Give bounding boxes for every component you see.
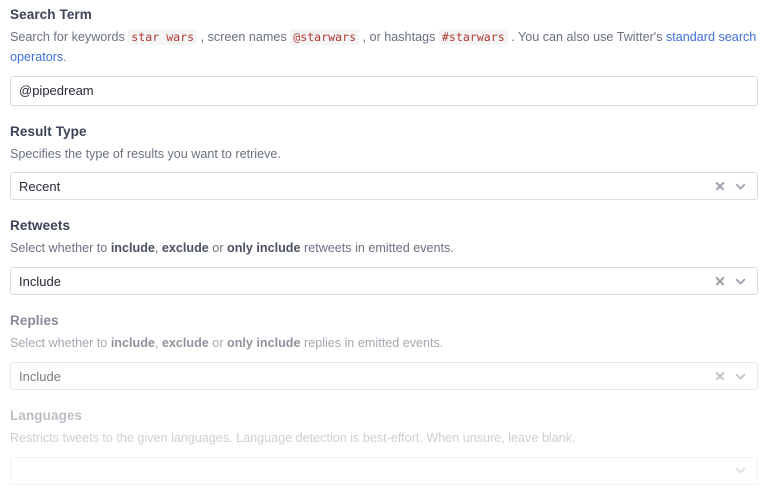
control-adornments-replies [714, 370, 747, 383]
field-label-replies: Replies [10, 312, 758, 331]
field-label-languages: Languages [10, 407, 758, 426]
control-value-search-term: @pipedream [19, 84, 747, 97]
field-group-search-term: Search Term Search for keywords star wars… [10, 6, 758, 106]
close-icon[interactable] [714, 371, 725, 382]
field-label-retweets: Retweets [10, 217, 758, 236]
chevron-down-icon[interactable] [734, 180, 747, 193]
description-text: Restricts tweets to the given languages.… [10, 431, 575, 445]
select-result-type[interactable]: Recent [10, 172, 758, 200]
description-text: , or hashtags [359, 30, 439, 44]
control-value-result-type: Recent [19, 180, 714, 193]
close-icon[interactable] [714, 181, 725, 192]
field-description-search-term: Search for keywords star wars , screen n… [10, 28, 758, 68]
description-text: , [155, 241, 162, 255]
select-languages[interactable] [10, 457, 758, 485]
description-text: Specifies the type of results you want t… [10, 147, 281, 161]
description-text: or [209, 336, 227, 350]
field-label-search-term: Search Term [10, 6, 758, 25]
control-value-retweets: Include [19, 275, 714, 288]
select-retweets[interactable]: Include [10, 267, 758, 295]
select-replies[interactable]: Include [10, 362, 758, 390]
control-adornments-languages [734, 464, 747, 477]
description-text: , screen names [197, 30, 290, 44]
field-label-result-type: Result Type [10, 123, 758, 142]
emphasis-text: only include [227, 241, 300, 255]
description-text: . [63, 50, 67, 64]
control-value-replies: Include [19, 370, 714, 383]
chevron-down-icon[interactable] [734, 464, 747, 477]
inline-code: @starwars [290, 29, 359, 45]
twitter-search-config-form: Search Term Search for keywords star wars… [0, 0, 768, 485]
emphasis-text: exclude [162, 241, 209, 255]
description-text: Select whether to [10, 241, 111, 255]
emphasis-text: include [111, 336, 155, 350]
description-text: Search for keywords [10, 30, 128, 44]
field-description-replies: Select whether to include, exclude or on… [10, 334, 758, 354]
field-group-result-type: Result Type Specifies the type of results… [10, 123, 758, 201]
field-description-result-type: Specifies the type of results you want t… [10, 145, 758, 165]
input-search-term[interactable]: @pipedream [10, 76, 758, 106]
field-description-retweets: Select whether to include, exclude or on… [10, 239, 758, 259]
emphasis-text: only include [227, 336, 300, 350]
description-text: replies in emitted events. [301, 336, 444, 350]
description-text: Select whether to [10, 336, 111, 350]
inline-code: star wars [128, 29, 197, 45]
field-description-languages: Restricts tweets to the given languages.… [10, 429, 758, 449]
control-adornments-retweets [714, 275, 747, 288]
emphasis-text: exclude [162, 336, 209, 350]
description-text: retweets in emitted events. [301, 241, 454, 255]
emphasis-text: include [111, 241, 155, 255]
field-group-replies: Replies Select whether to include, exclud… [10, 312, 758, 390]
description-text: or [209, 241, 227, 255]
description-text: , [155, 336, 162, 350]
field-group-retweets: Retweets Select whether to include, exclu… [10, 217, 758, 295]
inline-code: #starwars [439, 29, 508, 45]
chevron-down-icon[interactable] [734, 370, 747, 383]
chevron-down-icon[interactable] [734, 275, 747, 288]
control-adornments-result-type [714, 180, 747, 193]
description-text: . You can also use Twitter's [508, 30, 666, 44]
close-icon[interactable] [714, 276, 725, 287]
field-group-languages: Languages Restricts tweets to the given l… [10, 407, 758, 485]
